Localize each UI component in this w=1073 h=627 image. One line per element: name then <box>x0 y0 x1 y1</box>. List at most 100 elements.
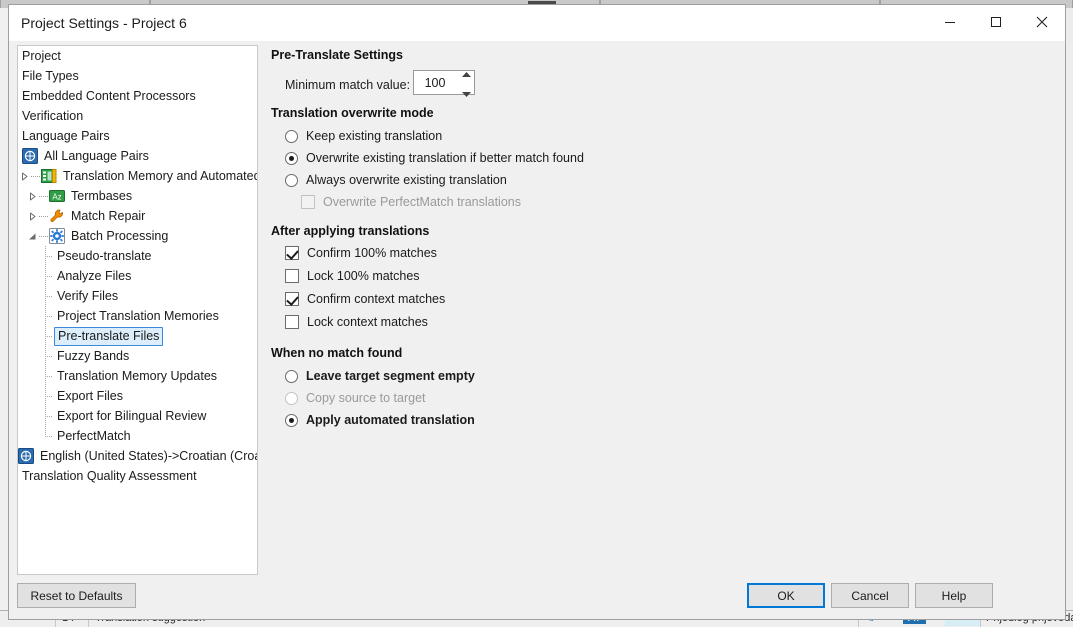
checkbox-icon <box>285 292 299 306</box>
tree-item-translation-quality-assessment[interactable]: Translation Quality Assessment <box>18 466 257 486</box>
checkbox-overwrite-perfectmatch[interactable]: Overwrite PerfectMatch translations <box>301 194 521 210</box>
tree-item-pseudo-translate[interactable]: Pseudo-translate <box>18 246 257 266</box>
reset-to-defaults-button[interactable]: Reset to Defaults <box>17 583 136 608</box>
tree-item-label: Verify Files <box>57 289 119 303</box>
tree-item-language-pairs[interactable]: Language Pairs <box>18 126 257 146</box>
tree-item-label: File Types <box>22 69 79 83</box>
minimum-match-value-stepper[interactable]: 100 <box>413 70 475 97</box>
tree-item-export-for-bilingual-review[interactable]: Export for Bilingual Review <box>18 406 257 426</box>
radio-icon <box>285 173 298 187</box>
tree-item-verification[interactable]: Verification <box>18 106 257 126</box>
radio-label: Copy source to target <box>306 391 426 405</box>
minimum-match-value-label: Minimum match value: <box>285 78 411 92</box>
svg-text:Az: Az <box>52 192 61 201</box>
tree-item-label: Project <box>22 49 61 63</box>
tree-item-analyze-files[interactable]: Analyze Files <box>18 266 257 286</box>
maximize-button[interactable] <box>973 5 1019 39</box>
checkbox-lock-100-matches[interactable]: Lock 100% matches <box>285 268 420 284</box>
tree-item-label: Pseudo-translate <box>57 249 152 263</box>
radio-apply-automated-translation[interactable]: Apply automated translation <box>285 412 475 428</box>
radio-icon <box>285 369 298 383</box>
tree-item-label: Project Translation Memories <box>57 309 219 323</box>
close-button[interactable] <box>1019 5 1065 39</box>
tree-item-translation-memory-and-automated-tr[interactable]: Translation Memory and Automated Tr <box>18 166 257 186</box>
radio-copy-source-to-target[interactable]: Copy source to target <box>285 390 426 406</box>
minimize-button[interactable] <box>927 5 973 39</box>
close-icon <box>1036 16 1048 28</box>
help-button[interactable]: Help <box>915 583 993 608</box>
chevron-down-icon[interactable] <box>461 84 471 102</box>
radio-overwrite-if-better-match[interactable]: Overwrite existing translation if better… <box>285 150 584 166</box>
tree-item-label: Translation Memory Updates <box>57 369 218 383</box>
tree-connector <box>39 306 52 326</box>
tree-connector <box>39 286 52 306</box>
after-applying-translations-heading: After applying translations <box>271 224 430 238</box>
tree-item-export-files[interactable]: Export Files <box>18 386 257 406</box>
radio-icon <box>285 151 298 165</box>
checkbox-label: Lock context matches <box>307 315 428 329</box>
checkbox-confirm-context-matches[interactable]: Confirm context matches <box>285 291 445 307</box>
checkbox-icon <box>301 195 315 209</box>
dialog-footer: Reset to Defaults OK Cancel Help <box>9 575 1065 619</box>
tree-connector <box>39 266 52 286</box>
tree-connector <box>39 426 52 446</box>
translation-overwrite-mode-heading: Translation overwrite mode <box>271 106 434 120</box>
tree-item-project-translation-memories[interactable]: Project Translation Memories <box>18 306 257 326</box>
stepper-arrows[interactable] <box>458 71 474 97</box>
tree-connector <box>39 186 49 206</box>
checkbox-confirm-100-matches[interactable]: Confirm 100% matches <box>285 245 437 261</box>
tree-item-match-repair[interactable]: Match Repair <box>18 206 257 226</box>
tree-item-termbases[interactable]: Az Termbases <box>18 186 257 206</box>
checkbox-icon <box>285 246 299 260</box>
tree-item-project[interactable]: Project <box>18 46 257 66</box>
maximize-icon <box>990 16 1002 28</box>
tree-item-label: Match Repair <box>71 209 146 223</box>
radio-label: Overwrite existing translation if better… <box>306 151 584 165</box>
radio-label: Always overwrite existing translation <box>306 173 507 187</box>
globe-icon <box>18 447 35 465</box>
termbase-icon: Az <box>49 188 66 205</box>
ok-button[interactable]: OK <box>747 583 825 608</box>
tree-item-label: Pre-translate Files <box>54 326 164 346</box>
tree-item-pre-translate-files[interactable]: Pre-translate Files <box>18 326 257 346</box>
tree-item-fuzzy-bands[interactable]: Fuzzy Bands <box>18 346 257 366</box>
tree-item-label: Embedded Content Processors <box>22 89 196 103</box>
radio-keep-existing-translation[interactable]: Keep existing translation <box>285 128 442 144</box>
tree-item-perfectmatch[interactable]: PerfectMatch <box>18 426 257 446</box>
when-no-match-found-heading: When no match found <box>271 346 403 360</box>
pre-translate-settings-heading: Pre-Translate Settings <box>271 48 403 62</box>
chevron-up-icon[interactable] <box>461 64 471 82</box>
pre-translate-settings-panel: Pre-Translate Settings Minimum match val… <box>267 45 1057 575</box>
tree-item-all-language-pairs[interactable]: All Language Pairs <box>18 146 257 166</box>
radio-always-overwrite[interactable]: Always overwrite existing translation <box>285 172 507 188</box>
tree-connector <box>39 366 52 386</box>
tree-item-batch-processing[interactable]: Batch Processing <box>18 226 257 246</box>
tree-item-label: English (United States)->Croatian (Croat… <box>40 449 258 463</box>
radio-leave-target-empty[interactable]: Leave target segment empty <box>285 368 475 384</box>
expander-icon[interactable] <box>26 186 39 206</box>
gear-icon <box>49 227 66 245</box>
tree-item-label: Batch Processing <box>71 229 169 243</box>
cancel-button[interactable]: Cancel <box>831 583 909 608</box>
wrench-icon <box>49 208 66 225</box>
expander-icon[interactable] <box>18 166 31 186</box>
checkbox-lock-context-matches[interactable]: Lock context matches <box>285 314 428 330</box>
tree-item-file-types[interactable]: File Types <box>18 66 257 86</box>
tree-item-label: Translation Memory and Automated Tr <box>63 169 258 183</box>
tree-item-english-united-states-croatian-croatia[interactable]: English (United States)->Croatian (Croat… <box>18 446 257 466</box>
tree-item-label: Language Pairs <box>22 129 110 143</box>
tree-item-translation-memory-updates[interactable]: Translation Memory Updates <box>18 366 257 386</box>
tree-connector <box>39 246 52 266</box>
tree-connector <box>31 166 41 186</box>
dialog-title-bar: Project Settings - Project 6 <box>9 5 1065 41</box>
tree-item-label: All Language Pairs <box>44 149 149 163</box>
tree-item-verify-files[interactable]: Verify Files <box>18 286 257 306</box>
tree-item-label: Export Files <box>57 389 123 403</box>
expander-icon[interactable] <box>26 206 39 226</box>
tree-item-embedded-content-processors[interactable]: Embedded Content Processors <box>18 86 257 106</box>
radio-label: Leave target segment empty <box>306 369 475 383</box>
tree-connector <box>39 386 52 406</box>
settings-navigation-tree[interactable]: Project File Types Embedded Content Proces… <box>17 45 258 575</box>
expander-icon[interactable] <box>26 226 39 246</box>
minimum-match-value-input[interactable]: 100 <box>414 76 458 90</box>
